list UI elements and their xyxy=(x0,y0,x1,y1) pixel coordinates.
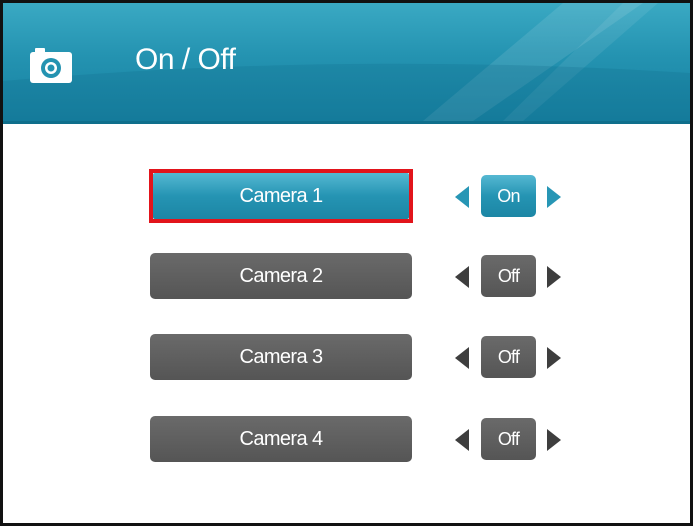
camera-4-prev-arrow-icon[interactable] xyxy=(455,429,469,451)
camera-3-next-arrow-icon[interactable] xyxy=(547,347,561,369)
camera-1-prev-arrow-icon[interactable] xyxy=(455,186,469,208)
camera-3-button[interactable]: Camera 3 xyxy=(150,334,412,380)
settings-screen: On / Off Camera 1 On Camera 2 Off Camera… xyxy=(0,0,693,526)
camera-row-1: Camera 1 On xyxy=(3,169,690,227)
camera-row-4: Camera 4 Off xyxy=(3,416,690,470)
camera-3-prev-arrow-icon[interactable] xyxy=(455,347,469,369)
camera-4-state-toggle[interactable]: Off xyxy=(481,418,536,460)
camera-row-3: Camera 3 Off xyxy=(3,334,690,388)
camera-1-button[interactable]: Camera 1 xyxy=(153,173,409,219)
camera-2-button[interactable]: Camera 2 xyxy=(150,253,412,299)
camera-3-state-toggle[interactable]: Off xyxy=(481,336,536,378)
camera-2-prev-arrow-icon[interactable] xyxy=(455,266,469,288)
camera-1-next-arrow-icon[interactable] xyxy=(547,186,561,208)
camera-2-next-arrow-icon[interactable] xyxy=(547,266,561,288)
camera-1-state-toggle[interactable]: On xyxy=(481,175,536,217)
camera-list: Camera 1 On Camera 2 Off Camera 3 Off Ca… xyxy=(3,3,690,523)
camera-2-state-toggle[interactable]: Off xyxy=(481,255,536,297)
camera-4-button[interactable]: Camera 4 xyxy=(150,416,412,462)
camera-row-2: Camera 2 Off xyxy=(3,253,690,307)
camera-4-next-arrow-icon[interactable] xyxy=(547,429,561,451)
